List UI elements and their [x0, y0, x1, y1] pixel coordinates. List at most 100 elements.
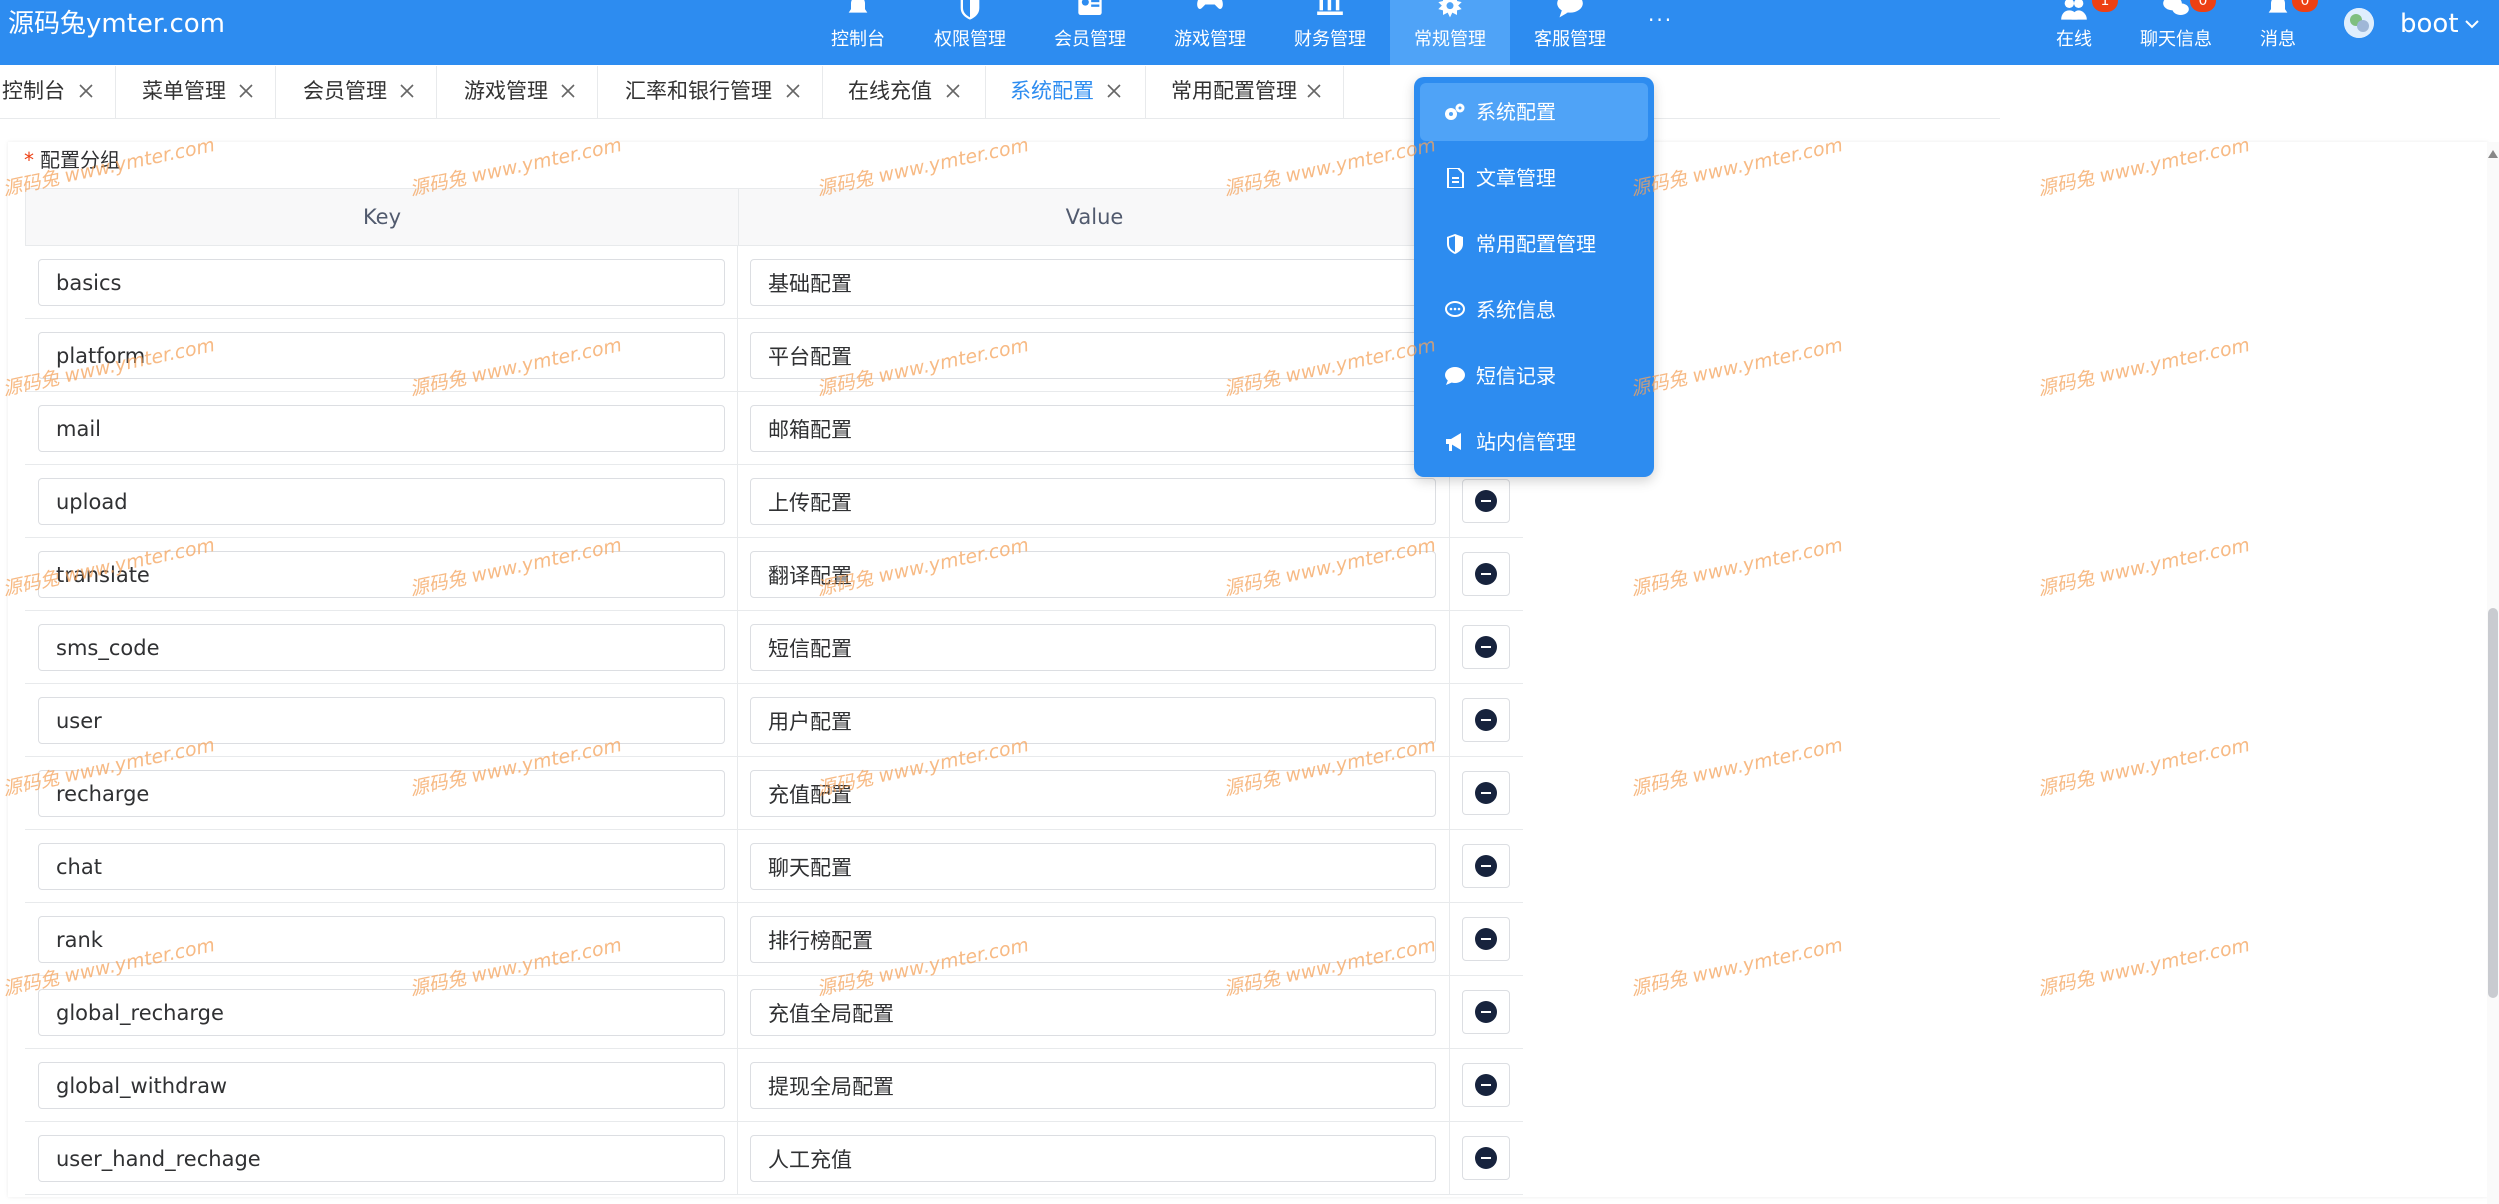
tab-member-management[interactable]: 会员管理: [276, 66, 437, 118]
tab-system-config[interactable]: 系统配置: [986, 66, 1146, 118]
online-users-button[interactable]: 1 在线: [2050, 0, 2118, 65]
nav-more-button[interactable]: ···: [1648, 8, 1673, 32]
close-icon[interactable]: [78, 83, 94, 99]
config-key-input[interactable]: [38, 770, 725, 817]
dropdown-item-site-messages[interactable]: 站内信管理: [1420, 413, 1648, 471]
config-key-input[interactable]: [38, 916, 725, 963]
remove-row-button[interactable]: [1462, 771, 1510, 815]
chat-messages-button[interactable]: 0 聊天信息: [2134, 0, 2218, 65]
nav-item-games[interactable]: 游戏管理: [1150, 0, 1270, 65]
config-key-input[interactable]: [38, 332, 725, 379]
remove-row-button[interactable]: [1462, 1063, 1510, 1107]
column-divider: [737, 465, 738, 538]
config-row: [25, 757, 1523, 830]
config-value-input[interactable]: [750, 989, 1436, 1036]
config-value-input[interactable]: [750, 916, 1436, 963]
id-card-icon: [1030, 0, 1150, 22]
dropdown-item-sms-records[interactable]: 短信记录: [1420, 347, 1648, 405]
column-header-value: Value: [1065, 205, 1124, 229]
config-value-input[interactable]: [750, 259, 1436, 306]
scroll-up-arrow[interactable]: [2488, 150, 2498, 158]
config-row: [25, 903, 1523, 976]
messages-label: 消息: [2260, 29, 2296, 50]
dropdown-item-system-info[interactable]: 系统信息: [1420, 281, 1648, 339]
minus-circle-icon: [1475, 1001, 1497, 1023]
close-icon[interactable]: [560, 83, 576, 99]
config-row: [25, 1122, 1523, 1195]
column-divider: [737, 903, 738, 976]
close-icon[interactable]: [945, 83, 961, 99]
column-divider: [737, 246, 738, 319]
config-value-input[interactable]: [750, 624, 1436, 671]
nav-item-permissions[interactable]: 权限管理: [910, 0, 1030, 65]
close-icon[interactable]: [1306, 83, 1322, 99]
remove-row-button[interactable]: [1462, 990, 1510, 1034]
close-icon[interactable]: [399, 83, 415, 99]
page-scrollbar-thumb[interactable]: [2488, 608, 2498, 998]
config-key-input[interactable]: [38, 551, 725, 598]
dropdown-item-common-config[interactable]: 常用配置管理: [1420, 215, 1648, 273]
close-icon[interactable]: [1106, 83, 1122, 99]
remove-row-button[interactable]: [1462, 917, 1510, 961]
tab-online-recharge[interactable]: 在线充值: [823, 66, 986, 118]
config-key-input[interactable]: [38, 989, 725, 1036]
config-key-input[interactable]: [38, 624, 725, 671]
tab-common-config-management[interactable]: 常用配置管理: [1146, 66, 1344, 118]
config-key-input[interactable]: [38, 405, 725, 452]
config-key-input[interactable]: [38, 697, 725, 744]
column-divider: [737, 684, 738, 757]
dropdown-item-system-config[interactable]: 系统配置: [1420, 83, 1648, 141]
nav-label: 财务管理: [1294, 29, 1366, 50]
user-avatar[interactable]: [2344, 8, 2374, 38]
remove-row-button[interactable]: [1462, 479, 1510, 523]
config-value-input[interactable]: [750, 770, 1436, 817]
config-row: [25, 611, 1523, 684]
dropdown-item-label: 文章管理: [1476, 166, 1556, 190]
config-value-input[interactable]: [750, 1135, 1436, 1182]
config-row: [25, 684, 1523, 757]
close-icon[interactable]: [785, 83, 801, 99]
nav-item-finance[interactable]: 财务管理: [1270, 0, 1390, 65]
minus-circle-icon: [1475, 782, 1497, 804]
nav-item-general[interactable]: 常规管理: [1390, 0, 1510, 65]
config-value-input[interactable]: [750, 697, 1436, 744]
nav-item-members[interactable]: 会员管理: [1030, 0, 1150, 65]
tab-exchange-bank-management[interactable]: 汇率和银行管理: [598, 66, 823, 118]
nav-label: 会员管理: [1054, 29, 1126, 50]
column-divider: [737, 611, 738, 684]
username[interactable]: boot: [2400, 6, 2459, 42]
config-value-input[interactable]: [750, 551, 1436, 598]
config-key-input[interactable]: [38, 1135, 725, 1182]
config-row: [25, 319, 1523, 392]
tab-menu-management[interactable]: 菜单管理: [116, 66, 276, 118]
config-key-input[interactable]: [38, 259, 725, 306]
dropdown-item-article-management[interactable]: 文章管理: [1420, 149, 1648, 207]
close-icon[interactable]: [238, 83, 254, 99]
config-row: [25, 246, 1523, 319]
config-value-input[interactable]: [750, 332, 1436, 379]
tab-label: 菜单管理: [142, 79, 226, 103]
config-value-input[interactable]: [750, 405, 1436, 452]
remove-row-button[interactable]: [1462, 552, 1510, 596]
remove-row-button[interactable]: [1462, 625, 1510, 669]
remove-row-button[interactable]: [1462, 844, 1510, 888]
page-tabs: 控制台 菜单管理 会员管理 游戏管理 汇率和银行管理 在线充值 系统配置 常用配…: [0, 66, 2000, 119]
nav-item-customer-service[interactable]: 客服管理: [1510, 0, 1630, 65]
remove-row-button[interactable]: [1462, 698, 1510, 742]
remove-row-button[interactable]: [1462, 1136, 1510, 1180]
config-key-input[interactable]: [38, 843, 725, 890]
config-key-input[interactable]: [38, 1062, 725, 1109]
tab-game-management[interactable]: 游戏管理: [437, 66, 598, 118]
tab-label: 系统配置: [1010, 79, 1094, 103]
tab-dashboard[interactable]: 控制台: [0, 66, 116, 118]
config-value-input[interactable]: [750, 478, 1436, 525]
shield-icon: [910, 0, 1030, 22]
notifications-button[interactable]: 0 消息: [2256, 0, 2318, 65]
chevron-down-icon[interactable]: [2462, 14, 2482, 34]
nav-label: 游戏管理: [1174, 29, 1246, 50]
nav-item-dashboard[interactable]: 控制台: [798, 0, 918, 65]
config-value-input[interactable]: [750, 1062, 1436, 1109]
config-key-input[interactable]: [38, 478, 725, 525]
brand-title[interactable]: 源码兔ymter.com: [8, 6, 225, 42]
config-value-input[interactable]: [750, 843, 1436, 890]
